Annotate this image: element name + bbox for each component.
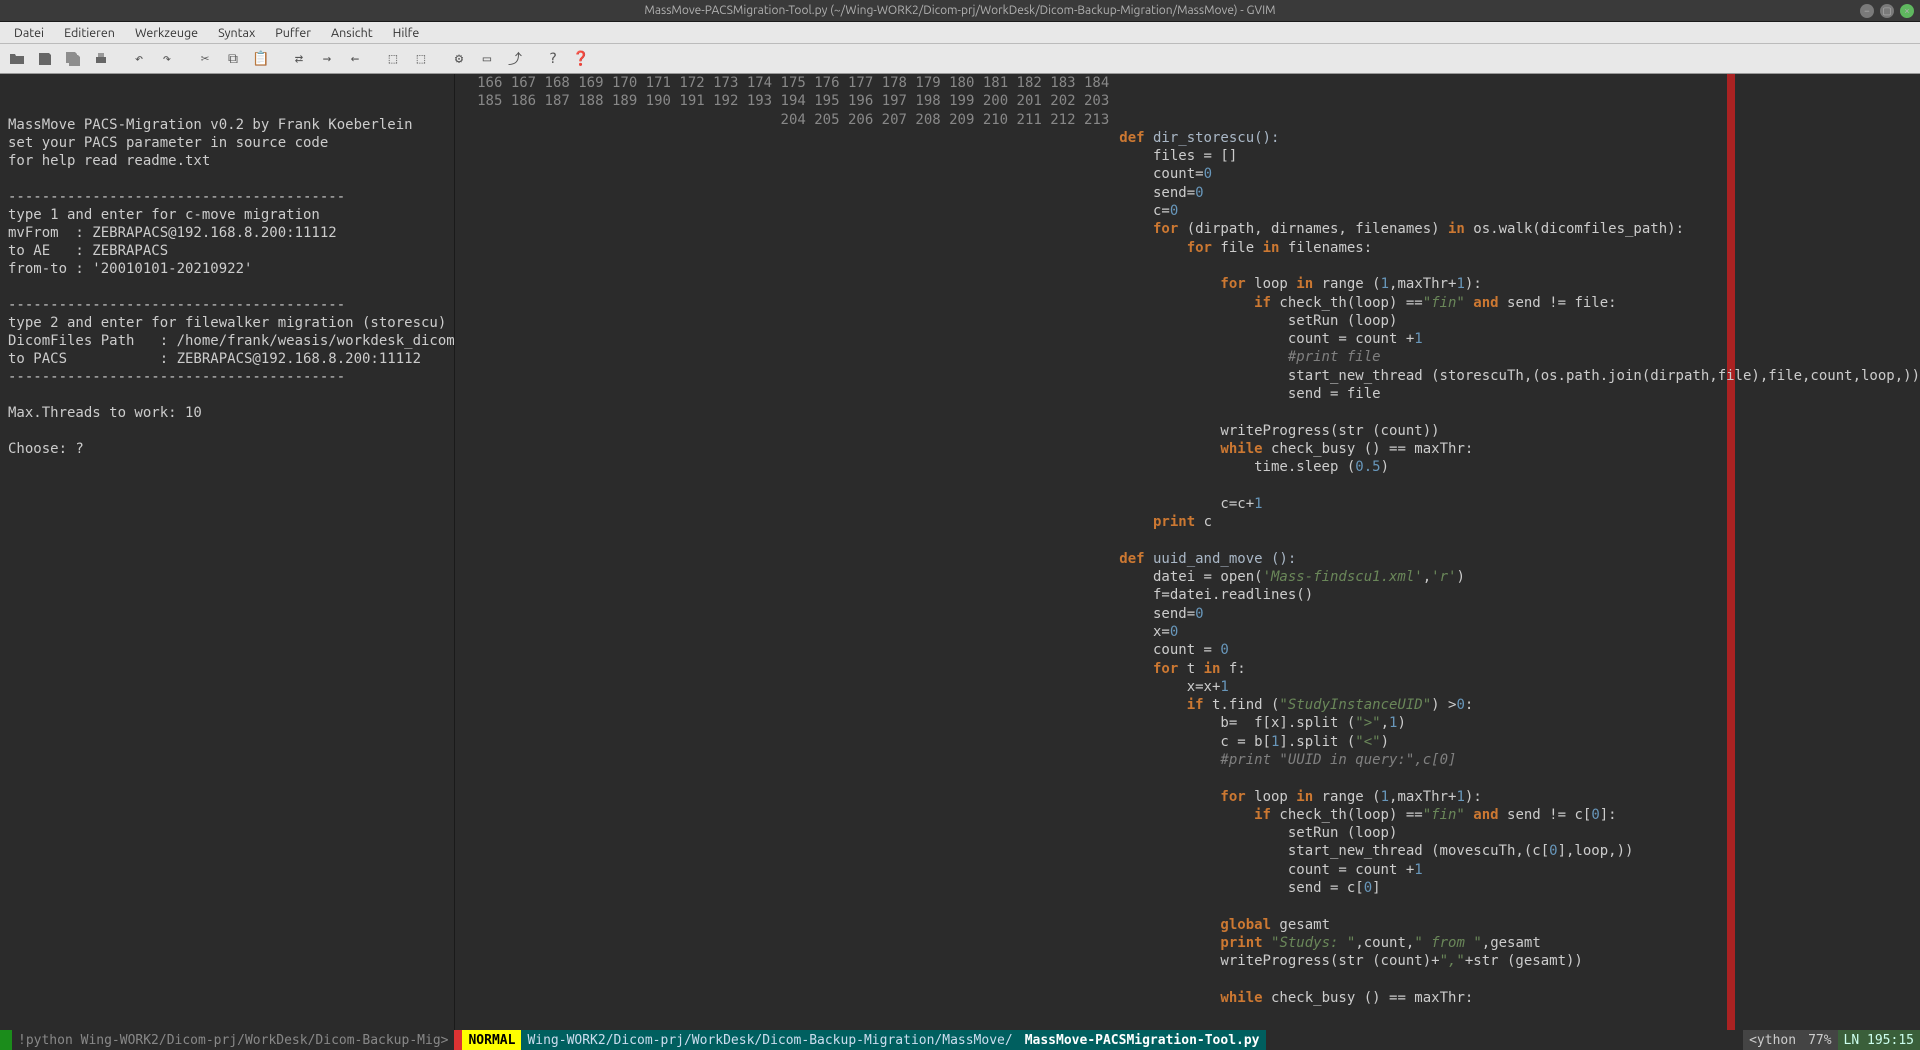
status-sep-red <box>454 1030 462 1050</box>
line-number-gutter: 166 167 168 169 170 171 172 173 174 175 … <box>455 74 1115 1030</box>
menu-werkzeuge[interactable]: Werkzeuge <box>125 24 208 42</box>
menu-hilfe[interactable]: Hilfe <box>383 24 430 42</box>
window-controls: − ▢ × <box>1860 4 1914 18</box>
tag-jump-icon[interactable]: ⤴ <box>502 47 528 71</box>
menu-syntax[interactable]: Syntax <box>208 24 265 42</box>
status-path: Wing-WORK2/Dicom-prj/WorkDesk/Dicom-Back… <box>521 1030 1018 1050</box>
status-command: !python Wing-WORK2/Dicom-prj/WorkDesk/Di… <box>12 1030 454 1050</box>
code-editor[interactable]: def dir_storescu(): files = [] count=0 s… <box>1115 74 1920 1030</box>
terminal-pane[interactable]: MassMove PACS-Migration v0.2 by Frank Ko… <box>0 74 455 1030</box>
status-filename: MassMove-PACSMigration-Tool.py <box>1019 1030 1266 1050</box>
redo-icon[interactable]: ↷ <box>154 47 180 71</box>
save-all-icon[interactable] <box>60 47 86 71</box>
status-percent: 77% <box>1802 1030 1837 1050</box>
status-filetype: <ython <box>1743 1030 1802 1050</box>
cut-icon[interactable]: ✂ <box>192 47 218 71</box>
find-prev-icon[interactable]: ← <box>342 47 368 71</box>
find-help-icon[interactable]: ❓ <box>568 47 594 71</box>
window-titlebar: MassMove-PACSMigration-Tool.py (~/Wing-W… <box>0 0 1920 22</box>
status-spacer <box>1266 1030 1744 1050</box>
make-icon[interactable]: ⚙ <box>446 47 472 71</box>
save-icon[interactable] <box>32 47 58 71</box>
toolbar: ↶ ↷ ✂ ⧉ 📋 ⇄ → ← ⬚ ⬚ ⚙ ▭ ⤴ ? ❓ <box>0 44 1920 74</box>
minimize-icon[interactable]: − <box>1860 4 1874 18</box>
status-bar: !python Wing-WORK2/Dicom-prj/WorkDesk/Di… <box>0 1030 1920 1050</box>
undo-icon[interactable]: ↶ <box>126 47 152 71</box>
session-load-icon[interactable]: ⬚ <box>380 47 406 71</box>
shell-icon[interactable]: ▭ <box>474 47 500 71</box>
replace-icon[interactable]: ⇄ <box>286 47 312 71</box>
menu-datei[interactable]: Datei <box>4 24 54 42</box>
open-icon[interactable] <box>4 47 30 71</box>
print-icon[interactable] <box>88 47 114 71</box>
menu-ansicht[interactable]: Ansicht <box>321 24 383 42</box>
help-icon[interactable]: ? <box>540 47 566 71</box>
menubar: Datei Editieren Werkzeuge Syntax Puffer … <box>0 22 1920 44</box>
status-line-col: LN 195:15 <box>1838 1030 1920 1050</box>
close-icon[interactable]: × <box>1900 4 1914 18</box>
window-title: MassMove-PACSMigration-Tool.py (~/Wing-W… <box>644 4 1275 17</box>
code-pane[interactable]: 166 167 168 169 170 171 172 173 174 175 … <box>455 74 1920 1030</box>
status-mode: NORMAL <box>462 1030 521 1050</box>
menu-puffer[interactable]: Puffer <box>265 24 321 42</box>
menu-editieren[interactable]: Editieren <box>54 24 125 42</box>
copy-icon[interactable]: ⧉ <box>220 47 246 71</box>
maximize-icon[interactable]: ▢ <box>1880 4 1894 18</box>
editor-area: MassMove PACS-Migration v0.2 by Frank Ko… <box>0 74 1920 1030</box>
session-save-icon[interactable]: ⬚ <box>408 47 434 71</box>
status-indicator <box>0 1030 12 1050</box>
paste-icon[interactable]: 📋 <box>248 47 274 71</box>
find-next-icon[interactable]: → <box>314 47 340 71</box>
